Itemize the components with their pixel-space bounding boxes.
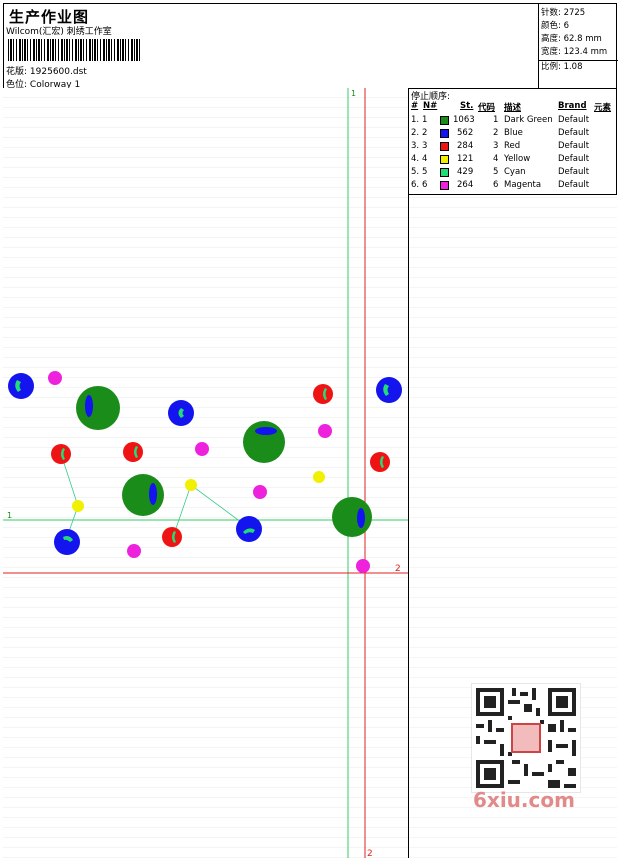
- watermark-text: 6xiu.com: [473, 788, 575, 812]
- green-motifs: [76, 386, 372, 537]
- col-element: 元素: [594, 103, 612, 113]
- design-label: 花版:: [6, 67, 28, 77]
- design-file: 花版: 1925600.dst: [6, 64, 87, 77]
- color-swatch: [440, 168, 449, 177]
- table-row: 4. 4 121 4 Yellow Default: [411, 154, 590, 164]
- guide-label-v1: 1: [351, 89, 356, 98]
- col-code: 代码: [478, 103, 496, 113]
- color-count: 颜色: 6: [541, 21, 569, 31]
- table-row: 2. 2 562 2 Blue Default: [411, 128, 590, 138]
- col-n: N#: [423, 101, 438, 111]
- guide-label-v2: 2: [367, 849, 373, 858]
- color-swatch: [440, 129, 449, 138]
- design-width: 宽度: 123.4 mm: [541, 47, 608, 57]
- design-scale: 比例: 1.08: [541, 62, 583, 72]
- header: 生产作业图 Wilcom(汇宏) 刺绣工作室 花版: 1925600.dst 色…: [3, 3, 617, 90]
- col-hash: #: [411, 101, 419, 111]
- color-swatch: [440, 181, 449, 190]
- table-row: 5. 5 429 5 Cyan Default: [411, 167, 590, 177]
- qr-code-image: [471, 683, 581, 793]
- col-st: St.: [460, 101, 474, 111]
- color-swatch: [440, 142, 449, 151]
- color-swatch: [440, 116, 449, 125]
- table-row: 6. 6 264 6 Magenta Default: [411, 180, 590, 190]
- guide-label-h2: 2: [395, 564, 401, 574]
- barcode-image: [8, 39, 140, 61]
- stop-sequence-table: 停止顺序: # N# St. 代码 描述 Brand 元素 1. 1 1063 …: [409, 88, 617, 195]
- col-desc: 描述: [504, 103, 522, 113]
- design-canvas: 1 1 2 2: [3, 88, 409, 858]
- table-row: 1. 1 1063 1 Dark Green Default: [411, 115, 590, 125]
- table-row: 3. 3 284 3 Red Default: [411, 141, 590, 151]
- embroidery-preview: 1 1 2 2: [3, 88, 408, 858]
- col-brand: Brand: [558, 101, 587, 111]
- stitch-count: 针数: 2725: [541, 8, 586, 18]
- yellow-motifs: [72, 471, 325, 512]
- guide-label-h1: 1: [7, 511, 12, 520]
- stats-box: 针数: 2725 颜色: 6 高度: 62.8 mm 宽度: 123.4 mm …: [538, 3, 618, 89]
- software-name: Wilcom(汇宏) 刺绣工作室: [6, 27, 112, 37]
- color-swatch: [440, 155, 449, 164]
- design-value: 1925600.dst: [29, 67, 87, 77]
- design-height: 高度: 62.8 mm: [541, 34, 602, 44]
